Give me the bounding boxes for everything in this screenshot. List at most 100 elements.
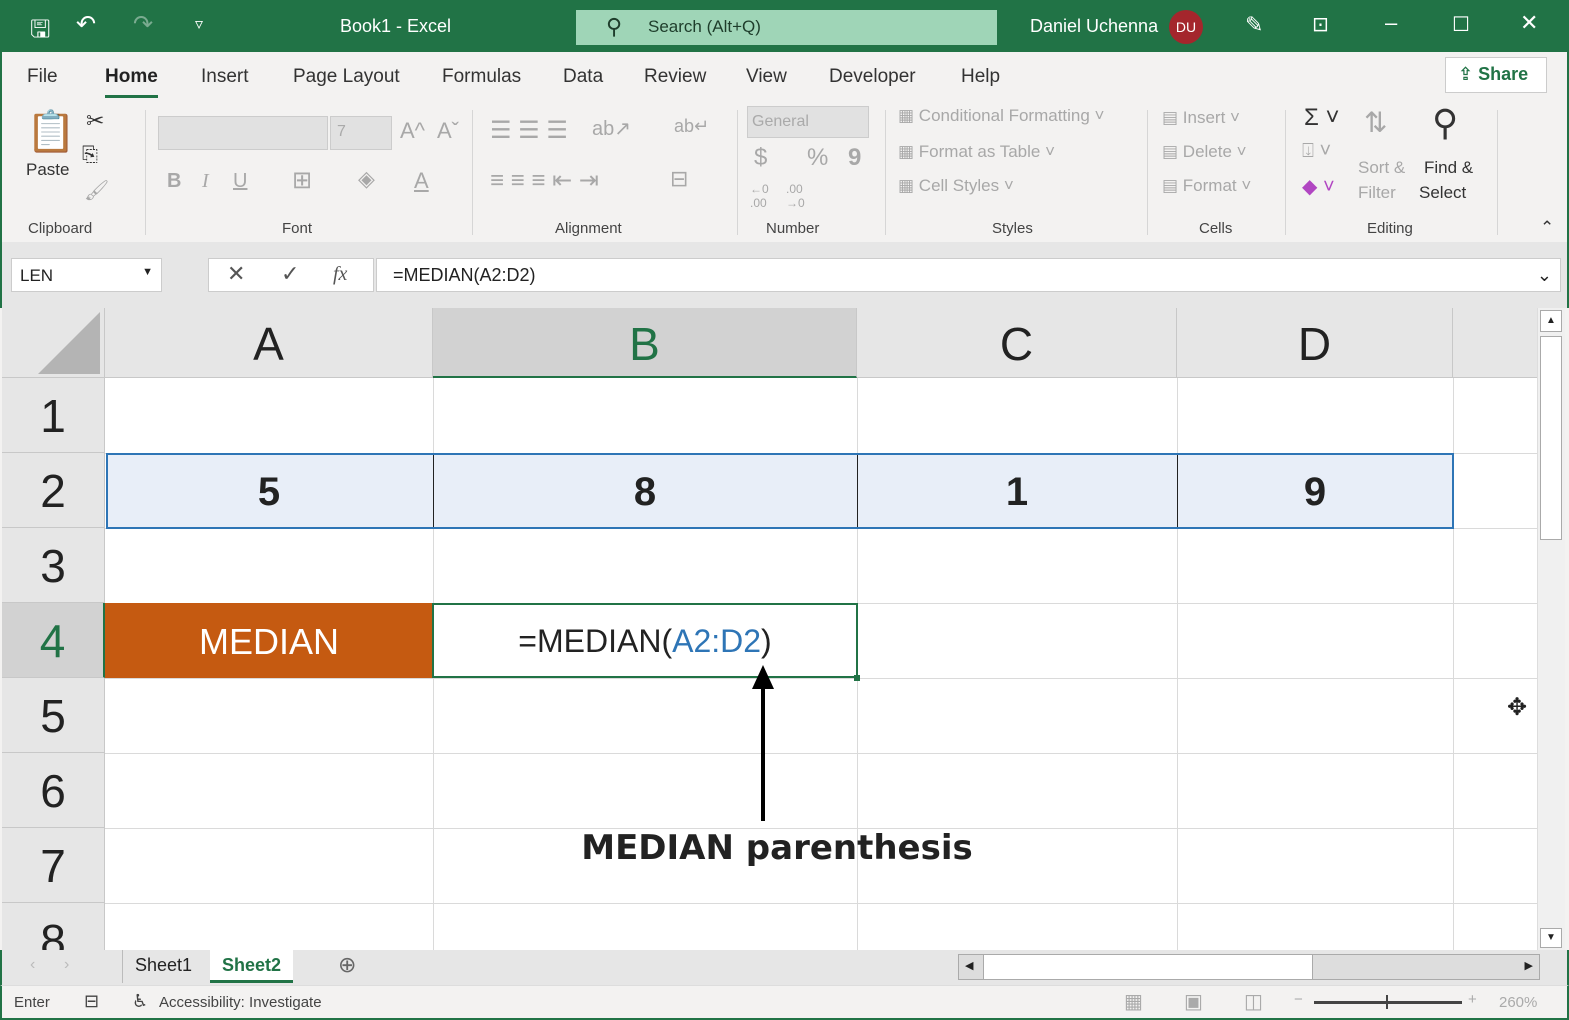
customize-toolbar-icon[interactable]: ▿ bbox=[195, 14, 203, 34]
find-icon[interactable]: ⚲ bbox=[1432, 102, 1458, 144]
spreadsheet-grid[interactable]: A B C D 1 2 3 4 5 6 7 8 5 8 1 9 MEDIAN =… bbox=[2, 308, 1537, 950]
tab-view[interactable]: View bbox=[746, 66, 787, 88]
align-left-icon[interactable]: ≡ ≡ ≡ ⇤ ⇥ bbox=[490, 166, 599, 195]
fill-icon[interactable]: ⍗ ˅ bbox=[1302, 140, 1331, 163]
vertical-scrollbar[interactable]: ▲ ▼ bbox=[1537, 308, 1565, 950]
tab-page-layout[interactable]: Page Layout bbox=[293, 66, 400, 88]
cell-d2[interactable]: 9 bbox=[1177, 453, 1453, 528]
formula-input[interactable]: =MEDIAN(A2:D2) ⌄ bbox=[376, 258, 1561, 292]
collapse-ribbon-icon[interactable]: ⌃ bbox=[1540, 218, 1554, 238]
page-layout-view-icon[interactable]: ▣ bbox=[1184, 989, 1203, 1014]
insert-cells-button[interactable]: ▤ Insert ˅ bbox=[1162, 108, 1240, 128]
tab-formulas[interactable]: Formulas bbox=[442, 66, 521, 88]
decrease-decimal-button[interactable]: .00 →0 bbox=[786, 182, 814, 210]
fill-color-icon[interactable]: ◈ bbox=[358, 166, 375, 192]
sort-filter-label-2[interactable]: Filter bbox=[1358, 183, 1396, 203]
zoom-out-icon[interactable]: − bbox=[1294, 991, 1303, 1008]
accessibility-icon[interactable]: ♿ bbox=[132, 991, 148, 1012]
percent-button[interactable]: % bbox=[807, 144, 828, 172]
wrap-text-icon[interactable]: ab↵ bbox=[674, 116, 709, 137]
zoom-slider-thumb[interactable] bbox=[1386, 995, 1388, 1009]
font-size-dropdown[interactable]: 7 bbox=[330, 116, 392, 150]
prev-sheet-icon[interactable]: ‹ bbox=[30, 956, 35, 974]
tab-insert[interactable]: Insert bbox=[201, 66, 249, 88]
orientation-icon[interactable]: ab↗ bbox=[592, 116, 631, 141]
tab-home[interactable]: Home bbox=[105, 66, 158, 98]
column-header-b[interactable]: B bbox=[433, 308, 857, 378]
redo-icon[interactable]: ↷ bbox=[133, 10, 153, 39]
page-break-view-icon[interactable]: ◫ bbox=[1244, 989, 1263, 1014]
format-as-table-button[interactable]: ▦ Format as Table ˅ bbox=[898, 142, 1055, 162]
format-cells-button[interactable]: ▤ Format ˅ bbox=[1162, 176, 1251, 196]
scroll-right-button[interactable]: ▶ bbox=[1525, 959, 1533, 972]
bold-button[interactable]: B bbox=[167, 170, 181, 193]
cell-styles-button[interactable]: ▦ Cell Styles ˅ bbox=[898, 176, 1014, 196]
tab-developer[interactable]: Developer bbox=[829, 66, 916, 88]
grow-font-button[interactable]: A^ bbox=[400, 118, 425, 144]
cell-a2[interactable]: 5 bbox=[105, 453, 433, 528]
number-format-dropdown[interactable]: General bbox=[747, 106, 869, 138]
search-box[interactable]: ⚲ Search (Alt+Q) bbox=[576, 10, 997, 45]
select-all-corner[interactable] bbox=[2, 308, 105, 378]
row-header-7[interactable]: 7 bbox=[2, 828, 105, 903]
comma-button[interactable]: 9 bbox=[848, 144, 861, 172]
scroll-left-button[interactable]: ◀ bbox=[965, 959, 973, 972]
paste-icon[interactable]: 📋 bbox=[26, 108, 76, 155]
avatar[interactable]: DU bbox=[1169, 10, 1203, 44]
share-button[interactable]: ⇪ Share bbox=[1445, 57, 1547, 93]
sheet-tab-sheet2[interactable]: Sheet2 bbox=[210, 950, 294, 983]
sort-filter-icon[interactable]: ⇅ bbox=[1364, 106, 1387, 139]
currency-button[interactable]: $ bbox=[754, 144, 767, 172]
horizontal-scrollbar[interactable]: ◀ ▶ bbox=[958, 954, 1540, 980]
fill-handle[interactable] bbox=[854, 675, 860, 681]
add-sheet-icon[interactable]: ⊕ bbox=[338, 952, 356, 978]
normal-view-icon[interactable]: ▦ bbox=[1124, 989, 1143, 1014]
sort-filter-label-1[interactable]: Sort & bbox=[1358, 158, 1405, 178]
row-header-6[interactable]: 6 bbox=[2, 753, 105, 828]
italic-button[interactable]: I bbox=[202, 170, 209, 193]
delete-cells-button[interactable]: ▤ Delete ˅ bbox=[1162, 142, 1247, 162]
maximize-icon[interactable]: ☐ bbox=[1452, 12, 1470, 37]
undo-icon[interactable]: ↶ bbox=[76, 10, 96, 39]
tab-data[interactable]: Data bbox=[563, 66, 603, 88]
cell-b2[interactable]: 8 bbox=[433, 453, 857, 528]
tab-help[interactable]: Help bbox=[961, 66, 1000, 88]
shrink-font-button[interactable]: Aˇ bbox=[437, 118, 459, 144]
column-header-d[interactable]: D bbox=[1177, 308, 1453, 378]
column-header-a[interactable]: A bbox=[105, 308, 433, 378]
paste-button[interactable]: Paste bbox=[26, 160, 69, 180]
increase-decimal-button[interactable]: ←0 .00 bbox=[750, 182, 778, 210]
autosum-icon[interactable]: Σ ˅ bbox=[1304, 104, 1340, 132]
zoom-slider[interactable] bbox=[1314, 995, 1462, 1009]
borders-icon[interactable]: ⊞ bbox=[292, 166, 312, 195]
horizontal-scroll-thumb[interactable] bbox=[983, 955, 1313, 979]
macro-record-icon[interactable]: ⊟ bbox=[84, 991, 99, 1012]
row-header-1[interactable]: 1 bbox=[2, 378, 105, 453]
ribbon-display-icon[interactable]: ⊡ bbox=[1312, 12, 1329, 37]
conditional-formatting-button[interactable]: ▦ Conditional Formatting ˅ bbox=[898, 106, 1104, 126]
minimize-icon[interactable]: – bbox=[1385, 10, 1397, 36]
row-header-8[interactable]: 8 bbox=[2, 903, 105, 950]
font-color-button[interactable]: A bbox=[414, 168, 429, 194]
clear-icon[interactable]: ◆ ˅ bbox=[1302, 174, 1335, 199]
find-select-label-2[interactable]: Select bbox=[1419, 183, 1466, 203]
tab-file[interactable]: File bbox=[27, 66, 58, 88]
column-header-e[interactable] bbox=[1453, 308, 1537, 378]
next-sheet-icon[interactable]: › bbox=[64, 956, 69, 974]
row-header-5[interactable]: 5 bbox=[2, 678, 105, 753]
vertical-scroll-thumb[interactable] bbox=[1540, 336, 1562, 540]
row-header-4[interactable]: 4 bbox=[2, 603, 105, 678]
cell-b4-active[interactable]: =MEDIAN(A2:D2) bbox=[432, 603, 858, 678]
accessibility-status[interactable]: Accessibility: Investigate bbox=[159, 994, 322, 1011]
scroll-up-button[interactable]: ▲ bbox=[1540, 310, 1562, 332]
close-icon[interactable]: ✕ bbox=[1520, 10, 1538, 36]
enter-icon[interactable]: ✓ bbox=[281, 261, 299, 287]
name-box[interactable]: LEN ▼ bbox=[11, 258, 162, 292]
pen-icon[interactable]: ✎ bbox=[1245, 12, 1263, 38]
cut-icon[interactable]: ✂ bbox=[86, 108, 104, 134]
scroll-down-button[interactable]: ▼ bbox=[1540, 928, 1562, 948]
cell-a4[interactable]: MEDIAN bbox=[105, 603, 433, 678]
cell-c2[interactable]: 1 bbox=[857, 453, 1177, 528]
underline-button[interactable]: U bbox=[233, 170, 247, 193]
cancel-icon[interactable]: ✕ bbox=[227, 261, 245, 287]
